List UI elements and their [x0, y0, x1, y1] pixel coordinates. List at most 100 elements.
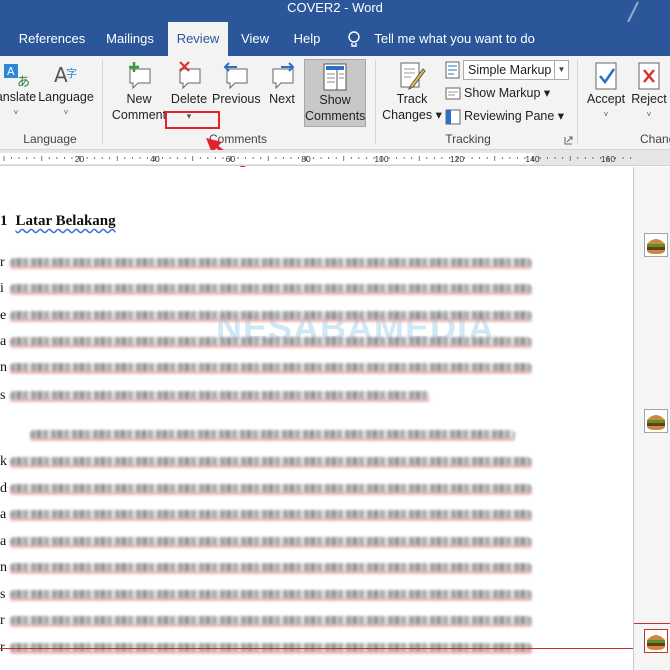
ruler-label: 160	[601, 154, 615, 164]
redacted-text	[10, 616, 532, 627]
line-first-char: s	[0, 388, 6, 403]
ruler-ticks: 20 40 60 80 100 120 140 160	[3, 154, 632, 164]
show-markup-button[interactable]: Show Markup ▾	[445, 84, 550, 102]
horizontal-ruler[interactable]: 20 40 60 80 100 120 140 160	[0, 150, 670, 166]
markup-select[interactable]: Simple Markup ▼	[463, 60, 569, 80]
group-label-language: Language	[23, 132, 77, 146]
new-comment-button[interactable]: New Comment	[108, 61, 170, 123]
markup-display-icon	[445, 61, 460, 79]
paragraph-line: i	[0, 281, 540, 297]
show-comments-icon	[323, 63, 347, 91]
redacted-text	[10, 391, 430, 402]
redacted-text	[10, 363, 532, 374]
redacted-text	[10, 457, 532, 468]
line-first-char: a	[0, 507, 7, 522]
svg-text:あ: あ	[17, 75, 30, 89]
redacted-text	[10, 537, 532, 548]
tab-view[interactable]: View	[234, 22, 276, 56]
new-comment-icon	[129, 62, 151, 90]
comment-connector	[634, 623, 670, 624]
tab-references[interactable]: References	[14, 22, 90, 56]
previous-comment-icon	[223, 62, 248, 90]
reviewing-pane-button[interactable]: Reviewing Pane ▾	[445, 107, 564, 125]
redacted-text	[10, 563, 532, 574]
title-bar: COVER2 - Word	[0, 0, 670, 22]
accept-button[interactable]: Accept ˅	[582, 61, 630, 123]
next-comment-button[interactable]: Next	[262, 61, 302, 107]
line-first-char: n	[0, 360, 7, 375]
reject-icon	[638, 62, 660, 90]
comments-pane	[633, 167, 670, 670]
ribbon-tabs: References Mailings Review View Help Tel…	[0, 22, 670, 56]
ribbon-review: Aあ anslate ˅ A字 Language ˅ Language New …	[0, 56, 670, 150]
line-first-char: a	[0, 534, 7, 549]
ruler-label: 100	[374, 154, 388, 164]
tab-review[interactable]: Review	[168, 22, 228, 56]
paragraph-line: k	[0, 454, 540, 470]
tell-me-search[interactable]: Tell me what you want to do	[347, 22, 535, 56]
section-heading: 1 Latar Belakang	[0, 213, 116, 230]
ruler-label: 40	[150, 154, 160, 164]
line-first-char: r	[0, 613, 5, 628]
redacted-text	[10, 484, 532, 495]
show-markup-icon	[445, 87, 461, 100]
track-changes-icon	[400, 62, 426, 91]
paragraph-line: s	[0, 587, 540, 603]
show-comments-button[interactable]: Show Comments	[304, 59, 366, 127]
dialog-launcher-icon[interactable]	[564, 136, 573, 145]
ruler-label: 80	[301, 154, 311, 164]
paragraph-line: r	[0, 255, 540, 271]
line-first-char: k	[0, 454, 7, 469]
comment-avatar-active[interactable]	[644, 629, 668, 653]
ruler-label: 140	[525, 154, 539, 164]
redacted-text	[10, 337, 532, 348]
comment-avatar[interactable]	[644, 409, 668, 433]
accept-icon	[595, 62, 617, 90]
translate-button[interactable]: Aあ anslate ˅	[0, 61, 38, 121]
line-first-char: e	[0, 308, 7, 323]
burger-avatar-icon	[647, 415, 665, 430]
group-separator	[375, 60, 376, 144]
burger-avatar-icon	[647, 635, 665, 650]
paragraph-line: a	[0, 334, 540, 350]
annotation-highlight-box	[165, 111, 220, 129]
ruler-label: 20	[75, 154, 85, 164]
delete-comment-icon	[179, 61, 201, 90]
group-label-changes: Chang	[640, 132, 670, 146]
reject-button[interactable]: Reject ˅	[628, 61, 670, 123]
translate-icon: Aあ	[4, 64, 30, 89]
language-button[interactable]: A字 Language ˅	[36, 61, 96, 121]
redacted-text	[10, 311, 532, 322]
ruler-label: 60	[226, 154, 236, 164]
chevron-down-icon: ▼	[554, 61, 568, 79]
previous-comment-button[interactable]: Previous	[212, 61, 261, 107]
tab-help[interactable]: Help	[286, 22, 328, 56]
heading-text: Latar Belakang	[15, 213, 116, 229]
ruler-label: 120	[450, 154, 464, 164]
track-changes-button[interactable]: Track Changes ▾	[381, 61, 443, 123]
paragraph-line: d	[0, 481, 540, 497]
document-page[interactable]: 1 Latar Belakang NESABAMEDIA rieanskdaans…	[0, 167, 633, 670]
window-title: COVER2 - Word	[287, 0, 383, 15]
language-icon: A字	[54, 63, 77, 87]
redacted-text	[10, 284, 532, 295]
comment-anchor-line	[0, 648, 633, 649]
redacted-text	[10, 510, 532, 521]
next-comment-icon	[272, 62, 295, 90]
line-first-char: n	[0, 560, 7, 575]
line-first-char: s	[0, 587, 6, 602]
redacted-text	[10, 590, 532, 601]
paragraph-line: a	[0, 534, 540, 550]
tell-me-text: Tell me what you want to do	[374, 31, 535, 46]
tab-mailings[interactable]: Mailings	[96, 22, 164, 56]
heading-number: 1	[0, 213, 8, 229]
line-first-char: i	[0, 281, 4, 296]
burger-avatar-icon	[647, 239, 665, 254]
line-first-char: d	[0, 481, 7, 496]
paragraph-line: r	[0, 613, 540, 629]
line-first-char: r	[0, 255, 5, 270]
lightbulb-icon	[348, 30, 360, 47]
svg-text:A: A	[7, 65, 15, 78]
comment-avatar[interactable]	[644, 233, 668, 257]
group-label-comments: Comments	[208, 132, 267, 146]
